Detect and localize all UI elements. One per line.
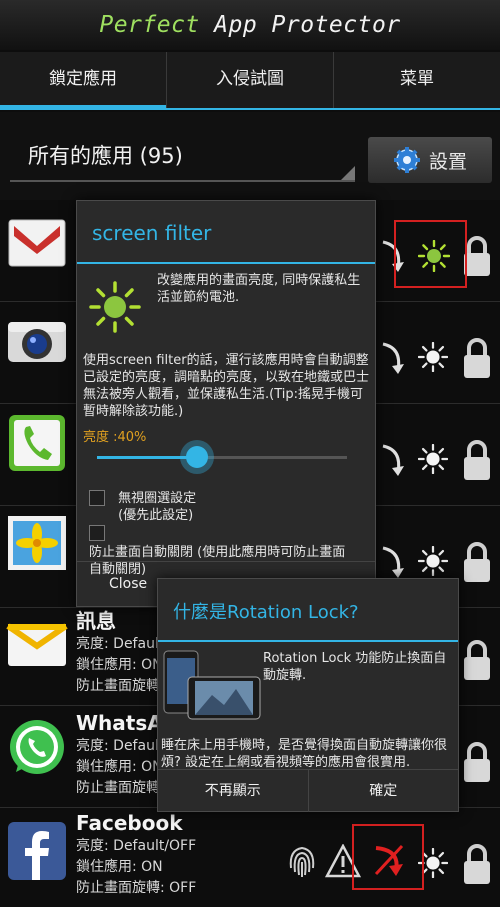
settings-button[interactable]: 設置 (368, 137, 492, 183)
lock-icon[interactable] (462, 638, 492, 682)
facebook-icon (8, 822, 66, 880)
lock-icon[interactable] (462, 336, 492, 380)
lock-icon[interactable] (462, 438, 492, 482)
rotation-lock-title: 什麼是Rotation Lock? (173, 602, 359, 623)
sun-icon[interactable] (418, 444, 448, 474)
screen-filter-title: screen filter (92, 221, 212, 245)
dialog-button-bar: 不再顯示 確定 (158, 769, 458, 812)
app-title: Perfect App Protector (99, 12, 401, 38)
sun-icon (89, 281, 141, 333)
rotation-lock-icon[interactable] (380, 442, 406, 478)
checkbox[interactable] (89, 525, 105, 541)
brightness-label: 亮度 :40% (83, 430, 147, 445)
brightness-slider[interactable] (97, 446, 347, 470)
checkbox[interactable] (89, 490, 105, 506)
app-filter-value: 所有的應用 (95) (28, 144, 183, 168)
app-brightness: 亮度: Default/OFF (76, 838, 197, 854)
messages-icon (6, 623, 68, 666)
tab-bar: 鎖定應用 入侵試圖 菜單 (0, 52, 500, 110)
tab-locked-apps[interactable]: 鎖定應用 (0, 52, 167, 110)
app-name: Facebook (76, 811, 183, 835)
fingerprint-icon[interactable] (285, 844, 319, 880)
tab-intrusion-attempts[interactable]: 入侵試圖 (167, 52, 334, 110)
screen-filter-description: 使用screen filter的話，運行該應用時會自動調整已設定的亮度，調暗點的… (83, 353, 370, 419)
rotation-illustration-icon (163, 650, 261, 720)
rotation-lock-description: 睡在床上用手機時，是否覺得換面自動旋轉讓你很煩? 設定在上網或看視頻等的應用會很… (161, 738, 448, 770)
option-ignore-selection[interactable]: 無視圈選設定 (優先此設定) (89, 490, 369, 524)
option-label: 無視圈選設定 (優先此設定) (118, 491, 197, 523)
dialog-title-divider (158, 640, 458, 642)
sun-icon[interactable] (418, 546, 448, 576)
lock-icon[interactable] (462, 740, 492, 784)
app-filter-spinner[interactable]: 所有的應用 (95) (10, 130, 355, 182)
rotation-lock-highlight (352, 824, 424, 890)
phone-icon (9, 415, 65, 471)
settings-label: 設置 (428, 150, 467, 173)
lock-icon[interactable] (462, 842, 492, 886)
screen-filter-dialog: screen filter 改變應用的畫面亮度, 同時保護私生活並節約電池. 使… (76, 200, 376, 607)
ok-button[interactable]: 確定 (309, 770, 459, 812)
screen-filter-intro: 改變應用的畫面亮度, 同時保護私生活並節約電池. (157, 273, 361, 305)
lock-icon[interactable] (462, 540, 492, 584)
slider-thumb[interactable] (186, 446, 208, 468)
dont-show-again-button[interactable]: 不再顯示 (158, 770, 309, 812)
tab-menu[interactable]: 菜單 (334, 52, 500, 110)
app-title-bar: Perfect App Protector (0, 0, 500, 50)
tab-divider (0, 108, 500, 110)
whatsapp-icon (10, 720, 64, 774)
gallery-icon (8, 516, 66, 570)
camera-icon (8, 322, 66, 362)
rotation-lock-dialog: 什麼是Rotation Lock? Rotation Lock 功能防止換面自動… (157, 578, 459, 812)
list-item[interactable]: Facebook 亮度: Default/OFF 鎖住應用: ON 防止畫面旋轉… (0, 806, 500, 907)
app-lock-status: 鎖住應用: ON (76, 859, 163, 875)
dialog-title-divider (77, 262, 375, 264)
slider-fill (97, 456, 197, 459)
rotation-lock-icon[interactable] (380, 544, 406, 580)
spinner-arrow-icon (341, 166, 355, 180)
gear-icon (393, 147, 420, 173)
screen-filter-highlight (394, 220, 467, 288)
app-info: Facebook 亮度: Default/OFF 鎖住應用: ON 防止畫面旋轉… (76, 810, 196, 899)
gmail-icon (8, 219, 66, 267)
rotation-lock-intro: Rotation Lock 功能防止換面自動旋轉. (263, 651, 447, 683)
sun-icon[interactable] (418, 342, 448, 372)
rotation-lock-icon[interactable] (380, 340, 406, 376)
